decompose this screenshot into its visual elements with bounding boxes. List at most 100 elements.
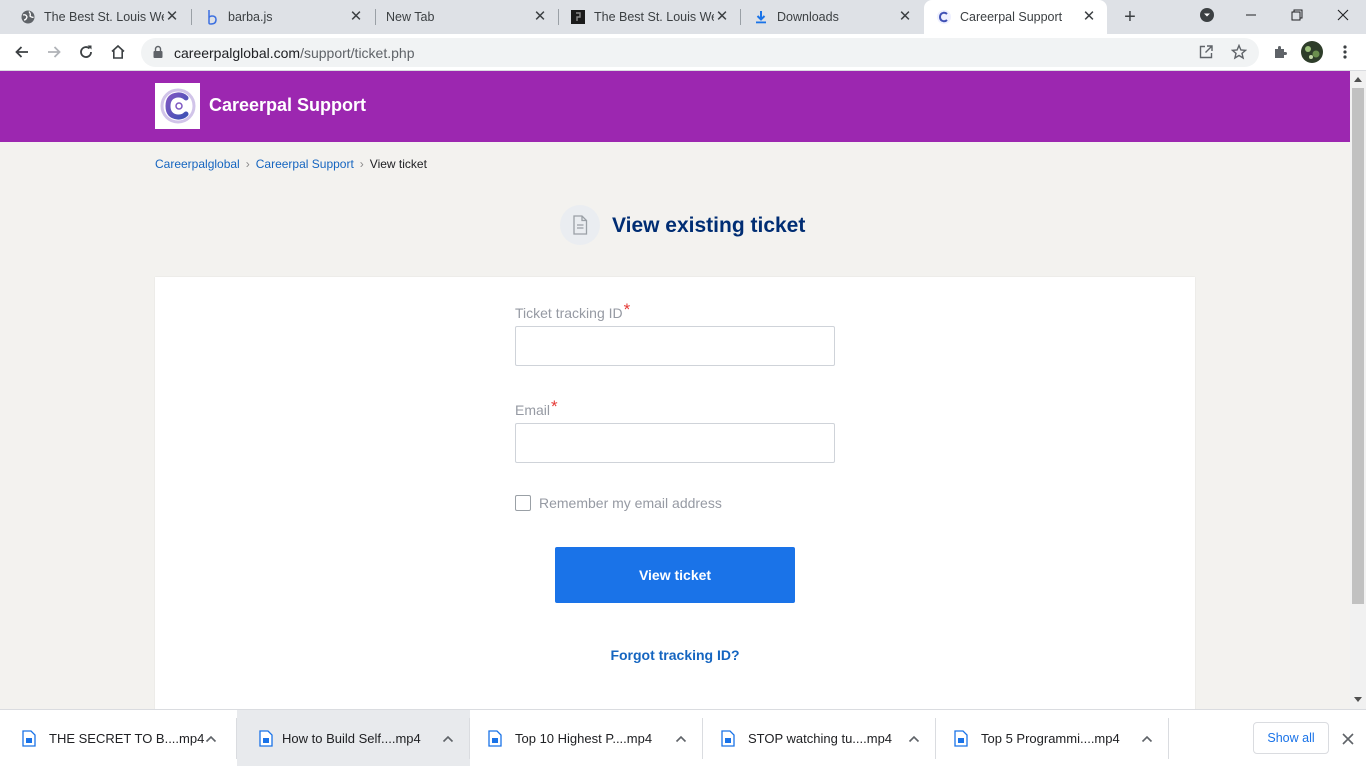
view-ticket-button[interactable]: View ticket xyxy=(555,547,795,603)
tab-search-button[interactable] xyxy=(1184,0,1230,30)
reload-button[interactable] xyxy=(73,39,99,65)
email-label-text: Email xyxy=(515,402,551,418)
download-item[interactable]: How to Build Self....mp4 xyxy=(237,710,470,766)
close-tab-icon[interactable]: ✕ xyxy=(714,9,730,25)
chevron-up-icon[interactable] xyxy=(908,732,920,747)
page-scrollbar[interactable] xyxy=(1350,71,1366,709)
video-file-icon xyxy=(488,730,502,750)
show-all-downloads-button[interactable]: Show all xyxy=(1253,722,1329,754)
email-label: Email* xyxy=(515,397,558,420)
tab-title: Careerpal Support xyxy=(960,10,1063,24)
menu-button[interactable] xyxy=(1332,39,1358,65)
tab-title: The Best St. Louis Web xyxy=(44,10,164,24)
required-mark: * xyxy=(623,300,631,319)
site-header: Careerpal Support xyxy=(0,71,1350,142)
close-tab-icon[interactable]: ✕ xyxy=(1081,9,1097,25)
tab-best-stlouis-1[interactable]: The Best St. Louis Web ✕ xyxy=(8,0,190,34)
email-input[interactable] xyxy=(515,423,835,463)
chevron-up-icon[interactable] xyxy=(1141,732,1153,747)
tracking-id-input[interactable] xyxy=(515,326,835,366)
url-text: careerpalglobal.com/support/ticket.php xyxy=(174,45,414,61)
download-item[interactable]: THE SECRET TO B....mp4 xyxy=(0,710,233,766)
video-file-icon xyxy=(259,730,273,750)
address-bar[interactable]: careerpalglobal.com/support/ticket.php xyxy=(141,38,1259,67)
scroll-down-arrow[interactable] xyxy=(1354,697,1362,702)
download-filename: Top 10 Highest P....mp4 xyxy=(515,731,653,746)
close-tab-icon[interactable]: ✕ xyxy=(532,9,548,25)
careerpal-logo-icon xyxy=(160,88,195,124)
close-window-icon xyxy=(1337,9,1349,21)
lock-icon xyxy=(152,45,164,64)
arrow-right-icon xyxy=(48,46,61,58)
restore-icon xyxy=(1291,9,1303,21)
download-shelf: THE SECRET TO B....mp4 How to Build Self… xyxy=(0,709,1366,766)
home-icon xyxy=(111,44,125,59)
kebab-menu-icon xyxy=(1343,45,1347,59)
close-tab-icon[interactable]: ✕ xyxy=(164,9,180,25)
globe-icon xyxy=(20,9,36,25)
tab-downloads[interactable]: Downloads ✕ xyxy=(741,0,923,34)
breadcrumb-careerpal-support[interactable]: Careerpal Support xyxy=(256,157,354,171)
close-window-button[interactable] xyxy=(1320,0,1366,30)
careerpal-logo[interactable] xyxy=(155,83,200,129)
profile-avatar[interactable] xyxy=(1299,39,1325,65)
close-shelf-icon[interactable] xyxy=(1338,729,1358,749)
tab-barba[interactable]: barba.js ✕ xyxy=(192,0,374,34)
download-item[interactable]: Top 5 Programmi....mp4 xyxy=(936,710,1169,766)
back-button[interactable] xyxy=(9,39,35,65)
share-icon[interactable] xyxy=(1199,45,1213,64)
breadcrumb-careerpalglobal[interactable]: Careerpalglobal xyxy=(155,157,240,171)
breadcrumb-current: View ticket xyxy=(369,157,427,171)
required-mark: * xyxy=(551,397,558,416)
tab-careerpal-support[interactable]: Careerpal Support ✕ xyxy=(924,0,1107,34)
extensions-button[interactable] xyxy=(1267,39,1293,65)
tab-best-stlouis-2[interactable]: The Best St. Louis Web ✕ xyxy=(558,0,740,34)
scroll-up-arrow[interactable] xyxy=(1354,77,1362,82)
video-file-icon xyxy=(22,730,36,750)
brand-name[interactable]: Careerpal Support xyxy=(209,95,366,116)
chevron-up-icon[interactable] xyxy=(675,732,687,747)
forward-button[interactable] xyxy=(41,39,67,65)
download-item[interactable]: STOP watching tu....mp4 xyxy=(703,710,936,766)
forgot-tracking-id-row: Forgot tracking ID? xyxy=(0,647,1350,663)
new-tab-button[interactable]: + xyxy=(1118,5,1142,29)
document-icon xyxy=(560,205,600,245)
star-icon[interactable] xyxy=(1230,43,1248,65)
download-item[interactable]: Top 10 Highest P....mp4 xyxy=(470,710,703,766)
arrow-left-icon xyxy=(15,46,28,58)
close-tab-icon[interactable]: ✕ xyxy=(897,9,913,25)
remember-email-checkbox[interactable] xyxy=(515,495,531,511)
tab-title: Downloads xyxy=(777,10,839,24)
breadcrumb-separator: › xyxy=(359,157,364,171)
puzzle-icon xyxy=(1275,46,1287,58)
download-filename: Top 5 Programmi....mp4 xyxy=(981,731,1120,746)
tab-new-tab[interactable]: New Tab ✕ xyxy=(376,0,558,34)
avatar-icon xyxy=(1301,41,1323,63)
minimize-icon xyxy=(1246,14,1256,16)
tab-title: The Best St. Louis Web xyxy=(594,10,714,24)
careerpal-icon xyxy=(936,9,952,25)
close-tab-icon[interactable]: ✕ xyxy=(348,9,364,25)
forgot-tracking-id-link[interactable]: Forgot tracking ID? xyxy=(610,647,739,663)
breadcrumb-separator: › xyxy=(245,157,250,171)
site-dark-icon xyxy=(570,9,586,25)
restore-button[interactable] xyxy=(1274,0,1320,30)
tab-title: barba.js xyxy=(228,10,273,24)
download-icon xyxy=(753,9,769,25)
download-filename: How to Build Self....mp4 xyxy=(282,731,421,746)
chevron-up-icon[interactable] xyxy=(442,732,454,747)
tracking-id-label: Ticket tracking ID* xyxy=(515,300,631,323)
minimize-button[interactable] xyxy=(1228,0,1274,30)
video-file-icon xyxy=(954,730,968,750)
remember-email-label[interactable]: Remember my email address xyxy=(539,495,722,511)
tab-search-icon xyxy=(1200,8,1214,22)
video-file-icon xyxy=(721,730,735,750)
scroll-thumb[interactable] xyxy=(1352,88,1364,604)
download-filename: STOP watching tu....mp4 xyxy=(748,731,893,746)
home-button[interactable] xyxy=(105,39,131,65)
chevron-up-icon[interactable] xyxy=(205,732,217,747)
url-path: /support/ticket.php xyxy=(300,45,415,61)
tracking-id-label-text: Ticket tracking ID xyxy=(515,305,623,321)
url-host: careerpalglobal.com xyxy=(174,45,301,61)
page-title: View existing ticket xyxy=(612,214,806,237)
